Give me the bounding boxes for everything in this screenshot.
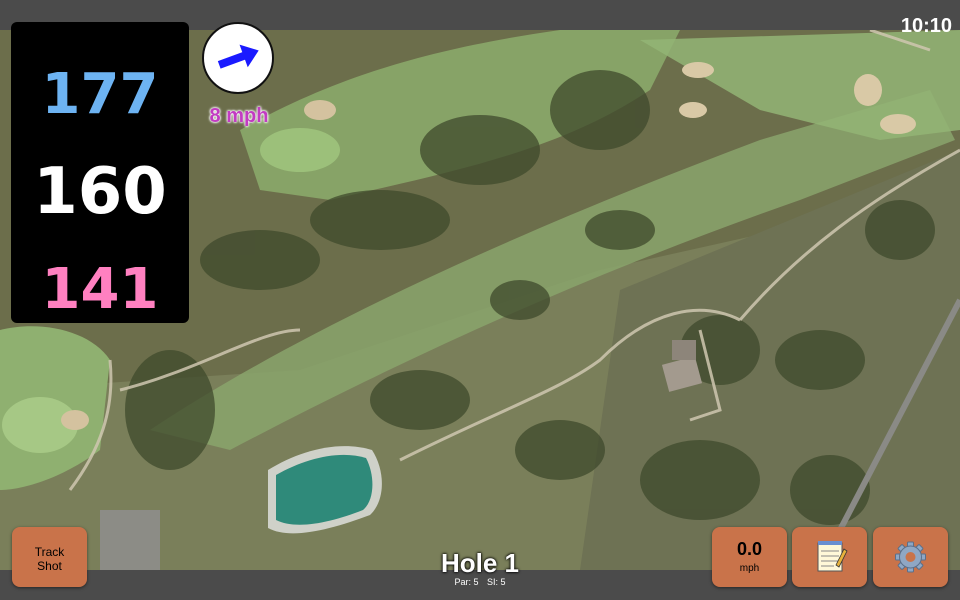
track-shot-label-line1: Track [34,545,65,559]
hole-stroke-index: SI: 5 [487,577,506,587]
speed-button[interactable]: 0.0 mph [712,527,787,587]
settings-button[interactable] [873,527,948,587]
hole-par: Par: 5 [454,577,479,587]
speed-unit: mph [739,563,760,574]
wind-arrow-icon [217,44,259,69]
yardage-panel: 177 160 141 [11,22,189,323]
notes-button[interactable] [792,527,867,587]
track-shot-label-line2: Shot [37,559,62,573]
wind-indicator [202,22,274,94]
hole-title: Hole 1 [440,548,520,578]
gear-icon [895,541,926,573]
notepad-icon [817,541,848,572]
clock: 10:10 [900,15,952,37]
yardage-middle: 160 [33,155,167,229]
wind-speed: 8 mph [209,105,269,127]
speed-value: 0.0 [736,539,763,559]
yardage-front: 141 [41,257,159,322]
hole-info: Par: 5 SI: 5 [380,577,580,587]
track-shot-button[interactable]: Track Shot [12,527,87,587]
yardage-back: 177 [41,62,159,127]
